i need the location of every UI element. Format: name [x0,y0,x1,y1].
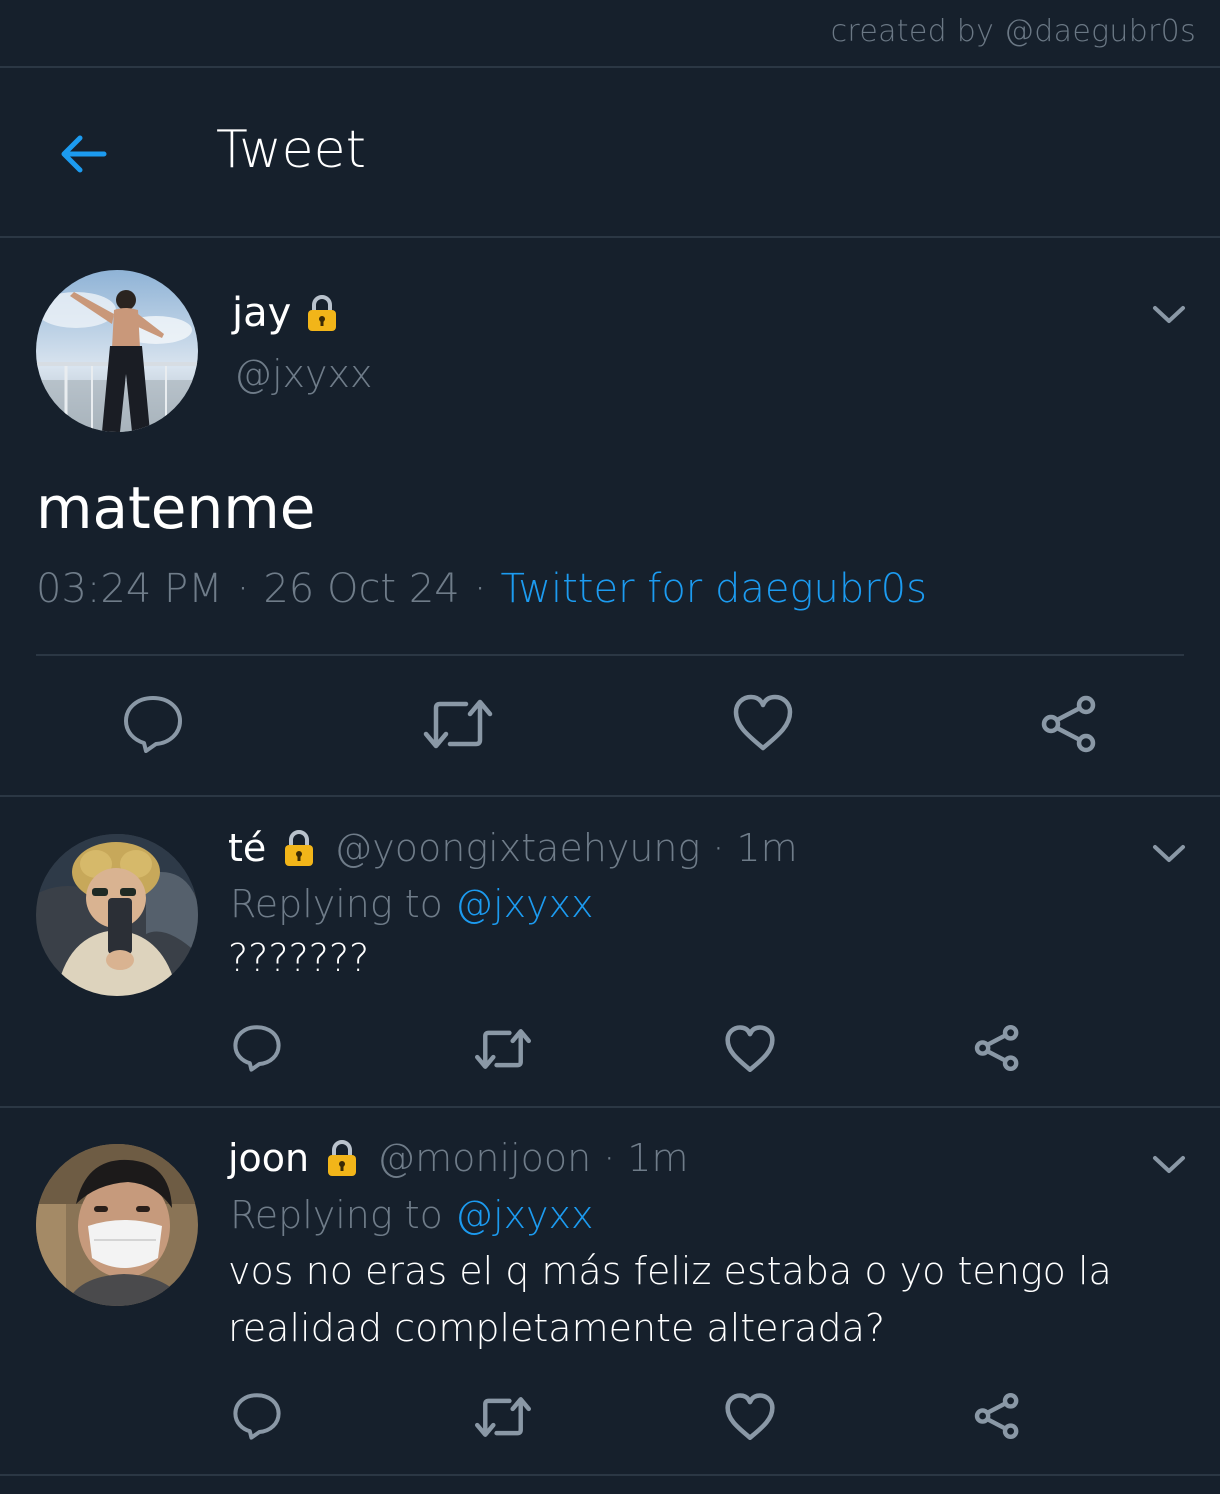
replying-label: Replying to [230,1193,443,1237]
replying-to-link[interactable]: @jxyxx [455,1193,594,1237]
chevron-down-icon[interactable] [1151,304,1187,326]
heart-icon[interactable] [732,694,794,752]
tweet-source-link[interactable]: Twitter for daegubr0s [500,566,926,612]
comment-icon[interactable] [232,1392,282,1440]
author-handle[interactable]: @jxyxx [234,352,373,396]
meta-separator: · [236,566,250,612]
reply-time[interactable]: 1m [736,826,797,870]
chevron-down-icon[interactable] [1151,843,1187,865]
credit-bar: created by @daegubr0s [0,0,1220,68]
retweet-icon[interactable] [474,1394,532,1440]
comment-icon[interactable] [122,694,184,754]
tweet-text: matenme [36,474,316,542]
tweet-meta: 03:24 PM · 26 Oct 24 · Twitter for daegubr0s [36,566,927,612]
heart-icon[interactable] [724,1393,776,1441]
arrow-left-icon[interactable] [56,126,112,182]
retweet-icon[interactable] [422,696,494,752]
avatar[interactable] [36,834,198,996]
author-name-row: jay [232,290,339,336]
reply-time[interactable]: 1m [627,1136,688,1180]
reply-header: joon @monijoon · 1m [228,1136,688,1180]
reply-text: ??????? [228,936,370,980]
replying-label: Replying to [230,882,443,926]
tweet-time: 03:24 PM [36,566,223,612]
lock-icon [328,1140,357,1176]
replying-to: Replying to @jxyxx [230,882,594,926]
replying-to-link[interactable]: @jxyxx [455,882,594,926]
lock-icon [285,830,314,866]
reply-author-handle[interactable]: @monijoon [377,1136,591,1180]
meta-separator: · [712,826,725,870]
header: Tweet [0,68,1220,238]
tweet-date: 26 Oct 24 [263,566,460,612]
divider [0,1474,1220,1476]
reply-author-handle[interactable]: @yoongixtaehyung [334,826,700,870]
retweet-icon[interactable] [474,1026,532,1072]
reply-author-name[interactable]: joon [228,1136,309,1180]
reply-text: vos no eras el q más feliz estaba o yo t… [228,1249,1112,1350]
comment-icon[interactable] [232,1024,282,1072]
reply-header: té @yoongixtaehyung · 1m [228,826,798,870]
share-icon[interactable] [972,1392,1022,1440]
avatar[interactable] [36,1144,198,1306]
replying-to: Replying to @jxyxx [230,1193,594,1237]
reply-author-name[interactable]: té [228,826,266,870]
meta-separator: · [473,566,487,612]
divider [36,654,1184,656]
divider [0,795,1220,797]
share-icon[interactable] [1038,694,1100,754]
avatar[interactable] [36,270,198,432]
meta-separator: · [603,1136,616,1180]
divider [0,1106,1220,1108]
author-name[interactable]: jay [232,290,291,336]
share-icon[interactable] [972,1024,1022,1072]
chevron-down-icon[interactable] [1151,1154,1187,1176]
heart-icon[interactable] [724,1025,776,1073]
lock-icon [308,295,337,331]
page-title: Tweet [216,120,367,180]
credit-text: created by @daegubr0s [830,14,1196,49]
